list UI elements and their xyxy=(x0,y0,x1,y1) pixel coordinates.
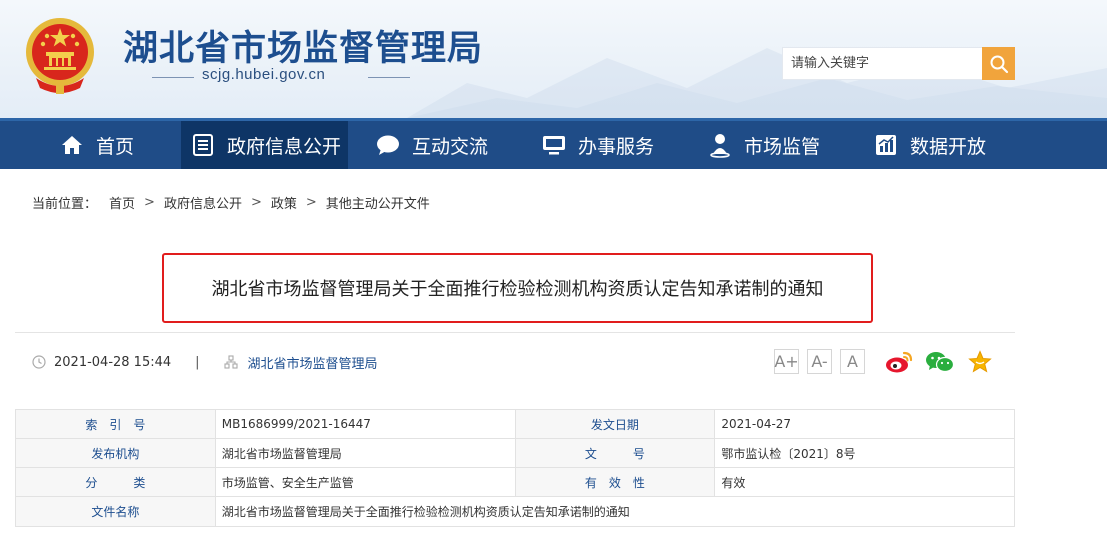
nav-item-label: 政府信息公开 xyxy=(227,135,342,158)
validity-value: 有效 xyxy=(714,467,1015,497)
nav-item-home[interactable]: 首页 xyxy=(58,121,176,169)
table-row: 发布机构 湖北省市场监督管理局 文 号 鄂市监认检〔2021〕8号 xyxy=(15,438,1015,468)
search-button[interactable] xyxy=(982,47,1015,80)
table-row: 文件名称 湖北省市场监督管理局关于全面推行检验检测机构资质认定告知承诺制的通知 xyxy=(15,496,1016,527)
file-name-value: 湖北省市场监督管理局关于全面推行检验检测机构资质认定告知承诺制的通知 xyxy=(214,496,1016,527)
font-decrease-button[interactable]: A- xyxy=(807,349,832,374)
breadcrumb-item-home[interactable]: 首页 xyxy=(109,193,135,212)
article-title-highlight: 湖北省市场监督管理局关于全面推行检验检测机构资质认定告知承诺制的通知 xyxy=(162,253,873,323)
table-row: 索 引 号 MB1686999/2021-16447 发文日期 2021-04-… xyxy=(15,409,1015,439)
nav-item-services[interactable]: 办事服务 xyxy=(540,121,680,169)
search-box xyxy=(782,47,982,80)
document-list-icon xyxy=(189,131,217,159)
url-divider-left xyxy=(152,77,194,78)
nav-item-label: 数据开放 xyxy=(910,135,987,158)
favorite-button[interactable] xyxy=(965,347,995,377)
document-number-label: 文 号 xyxy=(514,438,716,468)
site-header: 湖北省市场监督管理局 scjg.hubei.gov.cn xyxy=(0,0,1107,118)
font-reset-label: A xyxy=(847,352,858,371)
index-number-label: 索 引 号 xyxy=(15,409,216,439)
category-label: 分 类 xyxy=(15,467,216,497)
breadcrumb-separator: > xyxy=(305,195,317,210)
breadcrumb-separator: > xyxy=(144,195,155,210)
article-meta: 2021-04-28 15:44 | 湖北省市场监督管理局 xyxy=(32,352,378,372)
search-icon xyxy=(990,55,1008,73)
breadcrumb: 当前位置： 首页 > 政府信息公开 > 政策 > 其他主动公开文件 xyxy=(32,193,430,212)
publish-datetime: 2021-04-28 15:44 xyxy=(54,354,172,370)
search-input[interactable] xyxy=(783,48,982,79)
nav-item-label: 办事服务 xyxy=(578,135,655,158)
issuing-agency-label: 发布机构 xyxy=(15,438,216,468)
font-increase-button[interactable]: A+ xyxy=(774,349,799,374)
font-increase-label: A+ xyxy=(774,352,799,371)
issue-date-value: 2021-04-27 xyxy=(714,409,1015,439)
nav-item-interaction[interactable]: 互动交流 xyxy=(374,121,514,169)
nav-item-gov-info[interactable]: 政府信息公开 xyxy=(181,121,348,169)
breadcrumb-item-other-files[interactable]: 其他主动公开文件 xyxy=(326,193,430,212)
table-row: 分 类 市场监管、安全生产监管 有 效 性 有效 xyxy=(15,467,1015,497)
document-number-value: 鄂市监认检〔2021〕8号 xyxy=(714,438,1015,468)
nav-item-label: 首页 xyxy=(96,135,135,158)
document-info-table: 索 引 号 MB1686999/2021-16447 发文日期 2021-04-… xyxy=(15,409,1016,527)
nav-item-label: 互动交流 xyxy=(412,135,489,158)
monitor-icon xyxy=(540,131,568,159)
font-reset-button[interactable]: A xyxy=(840,349,865,374)
validity-label: 有 效 性 xyxy=(514,467,716,497)
site-title: 湖北省市场监督管理局 xyxy=(123,29,484,69)
title-divider xyxy=(15,332,1015,333)
meta-separator: | xyxy=(195,354,200,370)
font-decrease-label: A- xyxy=(811,352,828,371)
article-title: 湖北省市场监督管理局关于全面推行检验检测机构资质认定告知承诺制的通知 xyxy=(211,279,824,300)
issue-date-label: 发文日期 xyxy=(514,409,716,439)
chat-bubble-icon xyxy=(374,131,402,159)
breadcrumb-item-gov-info[interactable]: 政府信息公开 xyxy=(164,193,242,212)
nav-item-market-supervision[interactable]: 市场监管 xyxy=(706,121,846,169)
category-value: 市场监管、安全生产监管 xyxy=(214,467,516,497)
breadcrumb-item-policy[interactable]: 政策 xyxy=(271,193,297,212)
bar-chart-icon xyxy=(872,131,900,159)
location-person-icon xyxy=(706,131,734,159)
main-nav: 首页 政府信息公开 互动交流 办事服务 市场监管 数据开放 xyxy=(0,118,1107,169)
weibo-icon xyxy=(886,351,913,373)
favorite-star-icon xyxy=(968,350,992,373)
share-weibo-button[interactable] xyxy=(884,347,914,377)
home-icon xyxy=(58,131,86,159)
clock-icon xyxy=(32,355,46,369)
site-url: scjg.hubei.gov.cn xyxy=(202,66,326,83)
share-wechat-button[interactable] xyxy=(925,347,955,377)
issuing-agency-value: 湖北省市场监督管理局 xyxy=(214,438,516,468)
index-number-value: MB1686999/2021-16447 xyxy=(214,409,516,439)
nav-item-open-data[interactable]: 数据开放 xyxy=(872,121,1012,169)
file-name-label: 文件名称 xyxy=(15,496,216,527)
breadcrumb-prefix: 当前位置： xyxy=(32,197,98,212)
url-divider-right xyxy=(368,77,410,78)
national-emblem-icon xyxy=(26,18,94,94)
nav-item-label: 市场监管 xyxy=(744,135,821,158)
publisher: 湖北省市场监督管理局 xyxy=(247,356,378,372)
wechat-icon xyxy=(926,352,955,373)
breadcrumb-separator: > xyxy=(250,195,262,210)
organization-icon xyxy=(223,355,238,369)
